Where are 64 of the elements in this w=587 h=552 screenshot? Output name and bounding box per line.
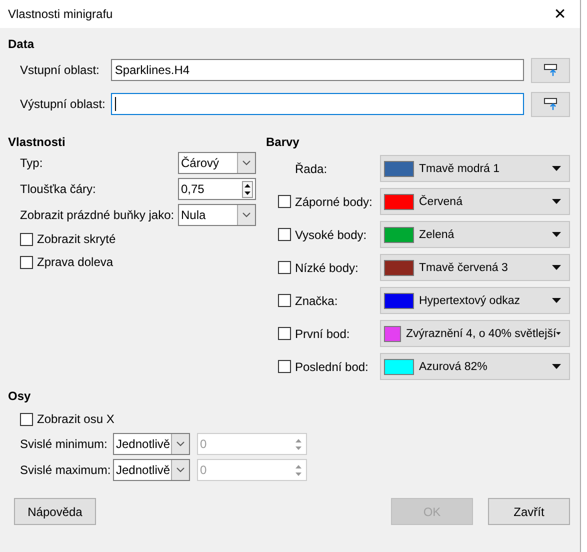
dropdown[interactable]: Nula	[178, 204, 256, 226]
checkbox-label: Zprava doleva	[37, 255, 114, 269]
field-label: Značka:	[295, 294, 338, 308]
shrink-button[interactable]	[531, 58, 570, 82]
checkbox[interactable]	[278, 294, 291, 307]
caret-icon	[552, 232, 561, 237]
color-dropdown[interactable]: Červená	[380, 188, 570, 215]
caret-icon	[552, 265, 561, 270]
color-dropdown[interactable]: Hypertextový odkaz	[380, 287, 570, 314]
dropdown[interactable]: Čárový	[178, 152, 256, 174]
spin-field: 0	[197, 459, 307, 481]
window-title: Vlastnosti minigrafu	[8, 7, 113, 21]
field-label: Zobrazit prázdné buňky jako:	[20, 208, 176, 222]
field-label: Tloušťka čáry:	[20, 182, 97, 196]
shrink-button[interactable]	[531, 92, 570, 116]
caret-icon	[552, 364, 561, 369]
checkbox[interactable]	[20, 412, 33, 426]
field-label: Výstupní oblast:	[20, 97, 106, 111]
field-label: Typ:	[20, 156, 44, 170]
section-heading: Data	[8, 36, 36, 53]
checkbox-label: Zobrazit skryté	[37, 232, 116, 246]
color-dropdown[interactable]: Zvýraznění 4, o 40% světlejší	[380, 320, 570, 347]
chevron-down-icon	[242, 212, 251, 218]
chevron-down-icon	[176, 467, 185, 473]
spin-field: 0	[197, 433, 307, 455]
chevron-down-icon	[242, 160, 251, 166]
caret-icon	[552, 199, 561, 204]
checkbox-label: Zobrazit osu X	[37, 412, 114, 426]
checkbox[interactable]	[278, 261, 291, 274]
field-label: Řada:	[295, 162, 328, 176]
checkbox[interactable]	[278, 228, 291, 241]
dialog-button[interactable]: Zavřít	[488, 498, 570, 525]
checkbox[interactable]	[278, 327, 291, 340]
spin-field[interactable]: 0,75	[178, 178, 256, 200]
section-heading: Barvy	[266, 134, 300, 151]
field-label: Záporné body:	[295, 194, 372, 208]
checkbox[interactable]	[278, 195, 291, 208]
field-label: Poslední bod:	[295, 360, 368, 374]
field-label: Vysoké body:	[295, 228, 367, 242]
color-dropdown[interactable]: Azurová 82%	[380, 353, 570, 380]
color-dropdown[interactable]: Zelená	[380, 221, 570, 248]
close-button[interactable]: ✕	[540, 0, 580, 28]
caret-icon	[552, 298, 561, 303]
caret-icon	[552, 166, 561, 171]
checkbox[interactable]	[20, 232, 33, 246]
color-dropdown[interactable]: Tmavě modrá 1	[380, 155, 570, 182]
field-label: První bod:	[295, 326, 350, 340]
input-field[interactable]: Sparklines.H4	[110, 59, 524, 81]
field-label: Svislé maximum:	[20, 463, 112, 477]
caret-icon	[556, 331, 561, 336]
help-button[interactable]: Nápověda	[14, 498, 96, 525]
shrink-icon	[544, 64, 558, 76]
field-label: Nízké body:	[295, 260, 358, 274]
checkbox[interactable]	[278, 360, 291, 373]
input-field[interactable]	[110, 93, 524, 115]
color-dropdown[interactable]: Tmavě červená 3	[380, 254, 570, 281]
checkbox[interactable]	[20, 256, 33, 268]
field-label: Vstupní oblast:	[20, 63, 100, 77]
spin-arrows-icon	[242, 180, 253, 198]
section-heading: Vlastnosti	[8, 134, 66, 151]
section-heading: Osy	[8, 388, 32, 405]
field-label: Svislé minimum:	[20, 437, 108, 451]
chevron-down-icon	[176, 441, 185, 447]
shrink-icon	[544, 98, 558, 110]
